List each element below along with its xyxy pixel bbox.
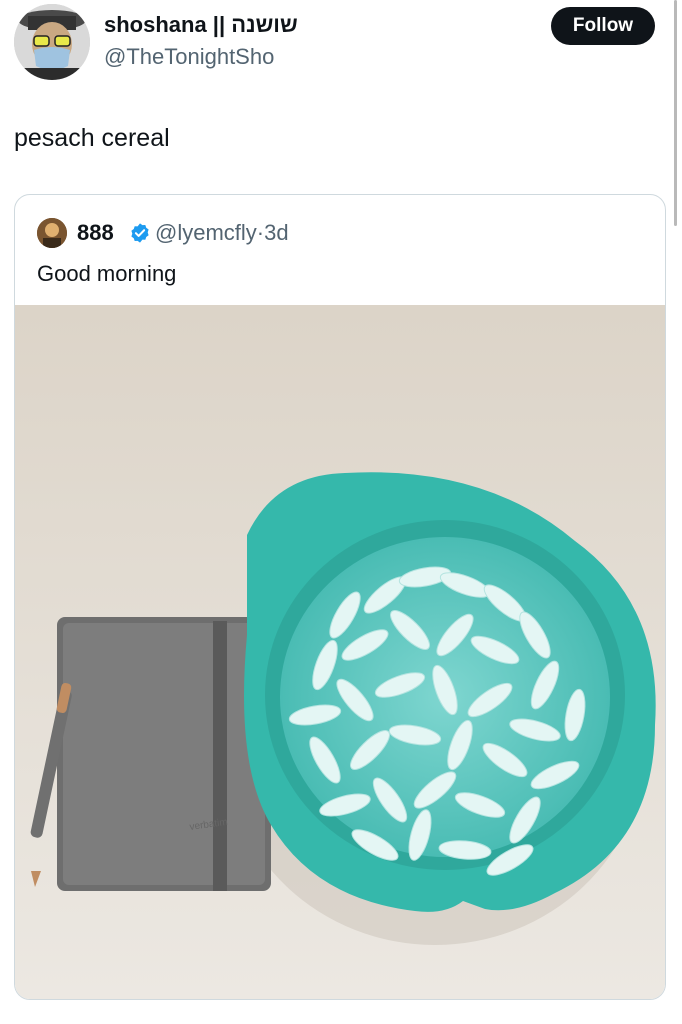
author-handle[interactable]: @TheTonightSho [104, 44, 274, 70]
quoted-tweet-text: Good morning [37, 261, 177, 286]
quoted-author-meta: @lyemcfly·3d [155, 220, 289, 246]
scrollbar[interactable] [674, 0, 677, 226]
quoted-author-handle[interactable]: @lyemcfly [155, 220, 257, 245]
author-name[interactable]: shoshana || שושנה [104, 12, 298, 38]
follow-button[interactable]: Follow [551, 7, 655, 45]
tweet-text: pesach cereal [14, 124, 170, 152]
quoted-author-avatar[interactable] [37, 218, 67, 248]
quoted-tweet-photo[interactable]: verbatim [15, 305, 665, 999]
author-avatar[interactable] [14, 4, 90, 80]
quoted-tweet-age[interactable]: 3d [264, 220, 288, 245]
tweet-header: shoshana || שושנה @TheTonightSho Follow [0, 0, 682, 100]
quoted-author-name[interactable]: 888 [77, 220, 114, 246]
verified-badge-icon [131, 223, 149, 243]
quoted-tweet-card[interactable]: 888 @lyemcfly·3d Good morning verbatim [14, 194, 666, 1000]
